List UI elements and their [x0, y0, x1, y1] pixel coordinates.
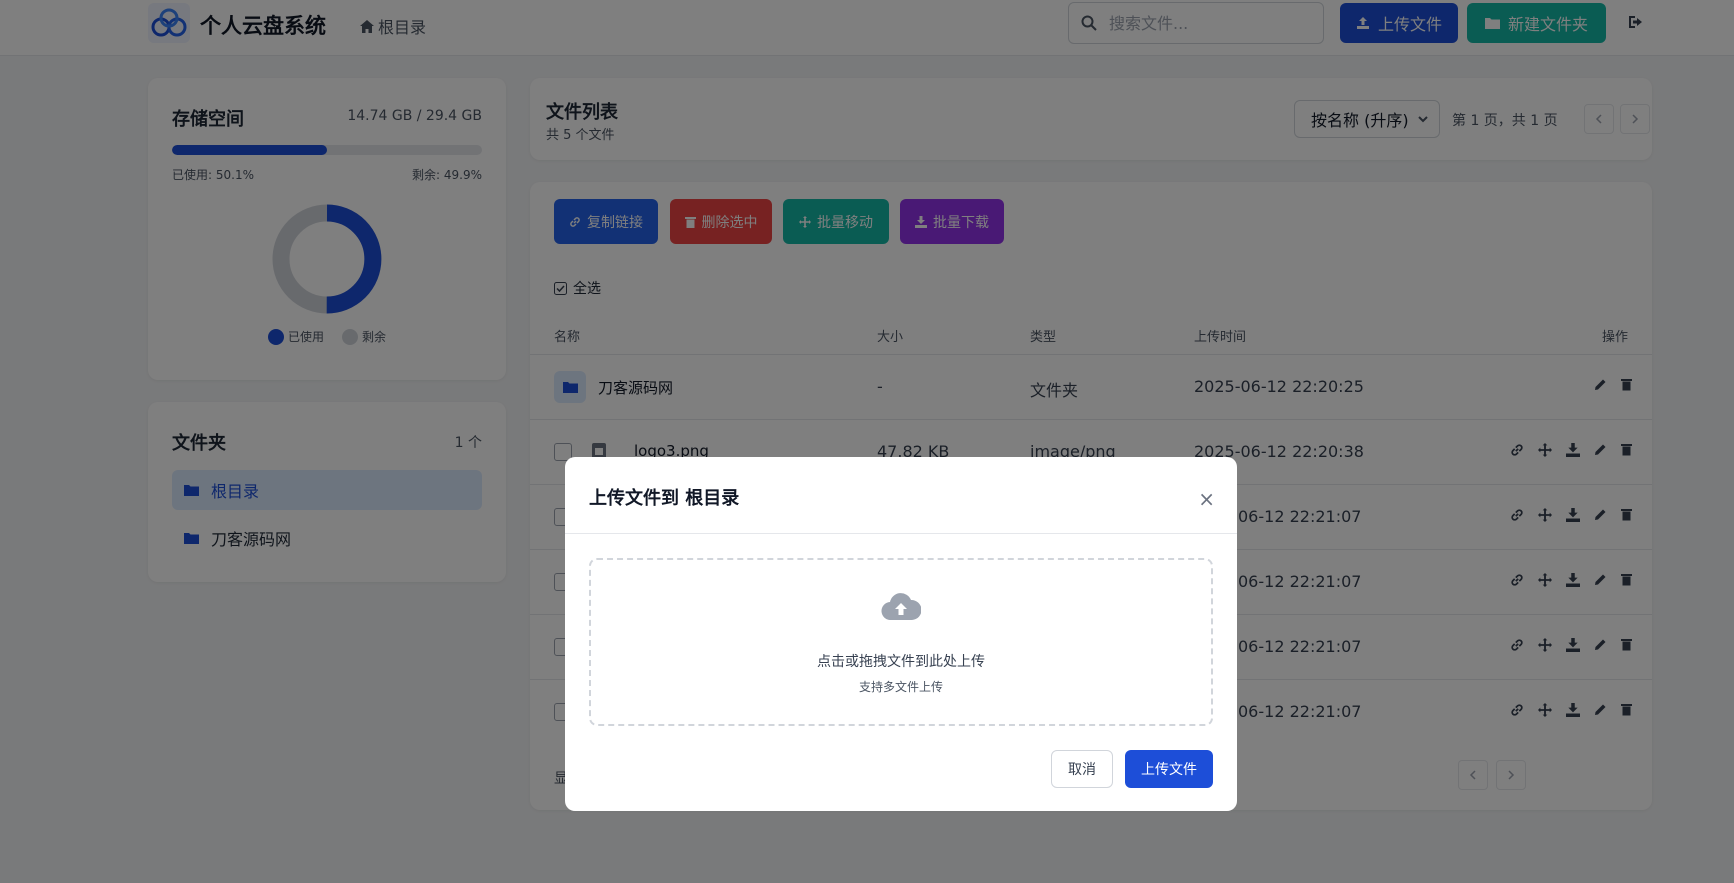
modal-divider [565, 533, 1237, 534]
file-dropzone[interactable]: 点击或拖拽文件到此处上传 支持多文件上传 [589, 558, 1213, 726]
modal-title: 上传文件到 根目录 [589, 488, 740, 509]
cloud-upload-icon [881, 593, 921, 621]
upload-modal: 上传文件到 根目录 × 点击或拖拽文件到此处上传 支持多文件上传 取消 上传文件 [565, 457, 1237, 811]
cancel-button[interactable]: 取消 [1051, 750, 1113, 788]
dropzone-instruction: 点击或拖拽文件到此处上传 [817, 654, 985, 670]
confirm-upload-button[interactable]: 上传文件 [1125, 750, 1213, 788]
dropzone-hint: 支持多文件上传 [858, 680, 943, 694]
close-icon[interactable]: × [1198, 487, 1215, 511]
